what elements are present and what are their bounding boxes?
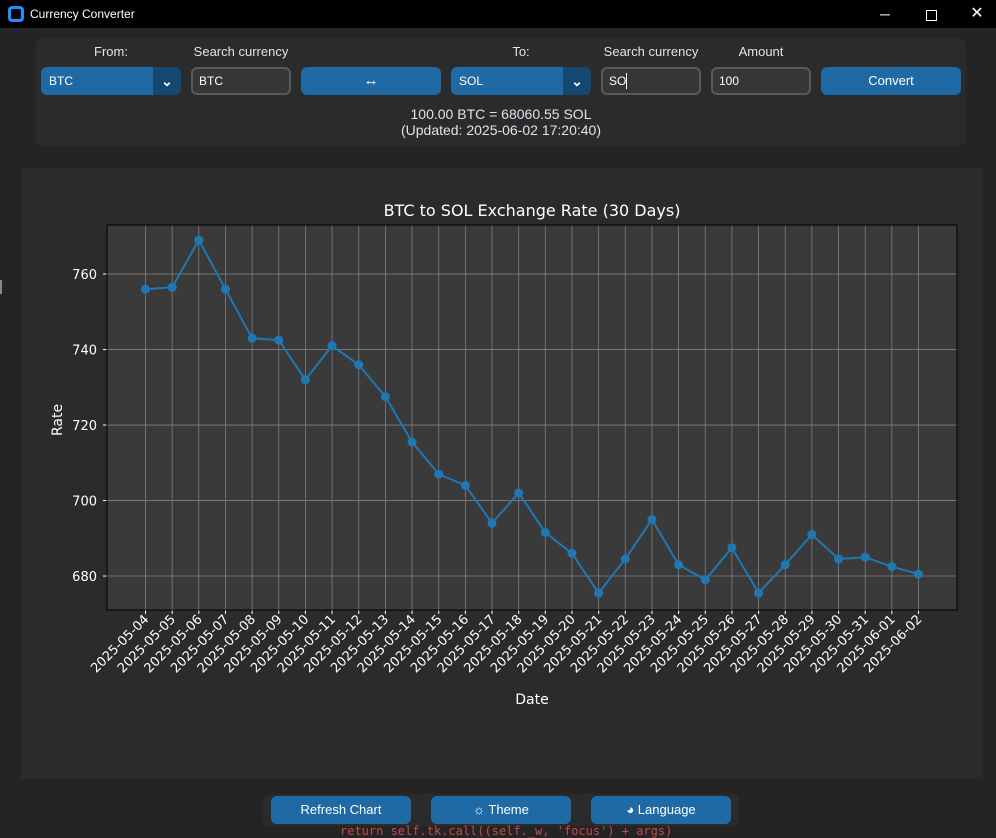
swap-button[interactable]: ↔: [301, 67, 441, 95]
maximize-button[interactable]: [908, 0, 954, 28]
data-point: [780, 560, 790, 570]
amount-input[interactable]: 100: [711, 67, 811, 95]
data-point: [860, 552, 870, 562]
data-point: [727, 543, 737, 553]
data-point: [407, 437, 417, 447]
data-point: [514, 488, 524, 498]
app-icon: [8, 6, 24, 22]
from-search-input[interactable]: BTC: [191, 67, 291, 95]
plot-area: [107, 225, 957, 610]
y-tick-label: 740: [72, 344, 97, 359]
to-search-value: SO: [609, 74, 627, 88]
from-currency-value: BTC: [49, 74, 73, 88]
data-point: [807, 530, 817, 540]
data-point: [167, 282, 177, 292]
window-edge-mark: [0, 280, 2, 294]
y-axis-ticks: 680 700 720 740 760: [72, 268, 107, 585]
data-point: [141, 284, 150, 294]
from-currency-select[interactable]: BTC ⌄: [41, 67, 181, 95]
data-point: [274, 335, 284, 345]
to-currency-value: SOL: [459, 74, 484, 88]
data-point: [540, 528, 550, 538]
to-search-input[interactable]: SO: [601, 67, 701, 95]
data-point: [647, 514, 657, 524]
chart-panel: BTC to SOL Exchange Rate (30 Days) 680 70…: [21, 168, 983, 779]
chart-title: BTC to SOL Exchange Rate (30 Days): [384, 201, 681, 220]
language-button[interactable]: ◕ Language: [591, 796, 731, 824]
conversion-result: 100.00 BTC = 68060.55 SOL: [410, 106, 592, 122]
data-point: [834, 554, 844, 564]
from-label: From:: [94, 44, 128, 59]
data-point: [620, 554, 630, 564]
data-point: [487, 518, 497, 528]
data-point: [247, 333, 257, 343]
data-point: [300, 375, 310, 385]
maximize-icon: [925, 9, 937, 21]
y-tick-label: 760: [72, 268, 97, 283]
data-point: [594, 588, 604, 598]
data-point: [327, 341, 337, 351]
data-point: [380, 392, 390, 402]
amount-value: 100: [719, 74, 740, 88]
data-point: [887, 562, 897, 572]
y-tick-label: 720: [72, 419, 97, 434]
data-point: [354, 360, 364, 370]
convert-button[interactable]: Convert: [821, 67, 961, 95]
from-search-value: BTC: [199, 74, 223, 88]
y-tick-label: 680: [72, 570, 97, 585]
theme-button[interactable]: ☼ Theme: [431, 796, 571, 824]
x-axis-ticks: 2025-05-042025-05-052025-05-062025-05-07…: [88, 610, 925, 676]
refresh-chart-button[interactable]: Refresh Chart: [271, 796, 411, 824]
amount-label: Amount: [738, 44, 784, 59]
text-caret: [626, 73, 627, 89]
updated-timestamp: (Updated: 2025-06-02 17:20:40): [400, 122, 602, 138]
title-bar: Currency Converter ─ ✕: [0, 0, 996, 28]
data-point: [914, 569, 923, 579]
chevron-down-icon[interactable]: ⌄: [563, 67, 591, 95]
data-point: [700, 575, 710, 585]
console-output-line: return self.tk.call((self._w, 'focus') +…: [340, 824, 673, 838]
x-axis-label: Date: [515, 692, 548, 708]
chevron-down-icon[interactable]: ⌄: [153, 67, 181, 95]
exchange-rate-chart: BTC to SOL Exchange Rate (30 Days) 680 70…: [50, 201, 958, 708]
close-button[interactable]: ✕: [954, 0, 996, 28]
y-tick-label: 700: [72, 495, 97, 510]
data-point: [434, 469, 444, 479]
y-axis-label: Rate: [50, 404, 66, 436]
data-point: [674, 560, 684, 570]
data-point: [460, 480, 470, 490]
to-currency-select[interactable]: SOL ⌄: [451, 67, 591, 95]
data-point: [220, 284, 230, 294]
data-point: [194, 235, 204, 245]
data-point: [754, 588, 764, 598]
to-search-label: Search currency: [603, 44, 699, 59]
from-search-label: Search currency: [193, 44, 289, 59]
data-point: [567, 548, 577, 558]
minimize-button[interactable]: ─: [862, 0, 908, 28]
window-title: Currency Converter: [30, 7, 135, 21]
to-label: To:: [512, 44, 530, 59]
